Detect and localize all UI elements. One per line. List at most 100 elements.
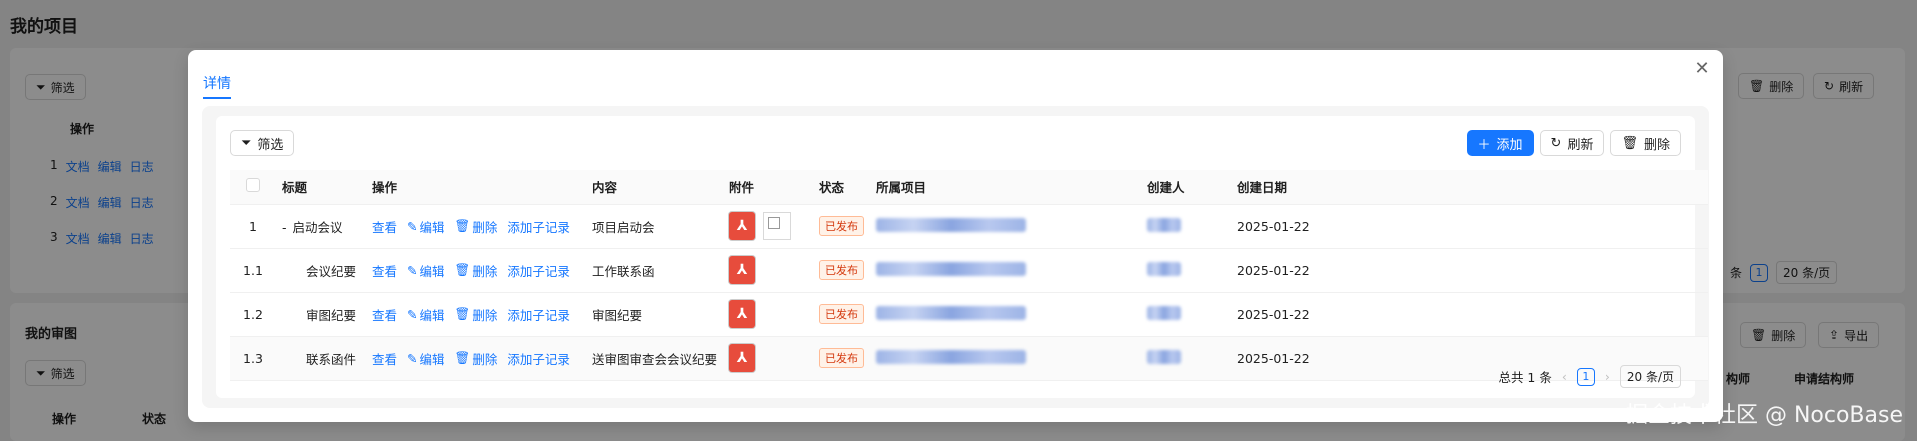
row-attachment: ⅄ (723, 204, 814, 249)
redacted-project (876, 349, 1027, 364)
col-filler (1319, 170, 1708, 205)
trash-icon: 🗑 (454, 350, 471, 365)
row-project (870, 292, 1142, 337)
table-row[interactable]: 1.3 联系函件 查看 ✎ 编辑 🗑 删除 添加子记录 送审图审查会会议纪要 ⅄ 已… (230, 336, 1708, 381)
edit-link[interactable]: ✎ 编辑 (407, 217, 445, 236)
add-button[interactable]: ＋ 添加 (1466, 130, 1534, 156)
row-index: 1 (230, 204, 276, 249)
col-content[interactable]: 内容 (586, 170, 724, 205)
col-status[interactable]: 状态 (813, 170, 871, 205)
delete-button[interactable]: 🗑 删除 (1610, 130, 1681, 156)
table-row[interactable]: 1.2 审图纪要 查看 ✎ 编辑 🗑 删除 添加子记录 审图纪要 ⅄ 已发布 2… (230, 292, 1708, 337)
edit-link[interactable]: ✎ 编辑 (407, 349, 445, 368)
redacted-creator (1147, 261, 1182, 276)
redacted-creator (1147, 349, 1182, 364)
select-all-checkbox[interactable] (246, 178, 260, 193)
col-title[interactable]: 标题 (276, 170, 366, 205)
details-modal: 详情 ✕ ⏷ 筛选 ＋ 添加 ↻ 刷新 🗑 删除 标题 操作 内容 附件 状态 … (188, 50, 1723, 422)
records-table: 标题 操作 内容 附件 状态 所属项目 创建人 创建日期 1 - 启动会议 查看… (230, 170, 1708, 381)
col-attachment[interactable]: 附件 (723, 170, 814, 205)
plus-icon: ＋ (1477, 137, 1491, 153)
row-status-cell: 已发布 (813, 292, 871, 337)
add-child-link[interactable]: 添加子记录 (507, 261, 570, 280)
row-created: 2025-01-22 (1231, 336, 1320, 381)
row-status-cell: 已发布 (813, 336, 871, 381)
pdf-icon[interactable]: ⅄ (729, 256, 756, 284)
row-created: 2025-01-22 (1231, 204, 1320, 249)
table-header-row: 标题 操作 内容 附件 状态 所属项目 创建人 创建日期 (230, 170, 1708, 205)
row-title: 联系函件 (276, 336, 366, 381)
redacted-project (876, 305, 1027, 320)
row-creator (1141, 336, 1232, 381)
pdf-icon[interactable]: ⅄ (729, 212, 756, 240)
status-badge: 已发布 (819, 260, 865, 280)
table-row[interactable]: 1 -启动会议 查看 ✎编辑 🗑删除 添加子记录 项目启动会 ⅄ 已发布 (230, 204, 1708, 249)
view-link[interactable]: 查看 (372, 261, 397, 280)
delete-link[interactable]: 🗑 删除 (455, 217, 498, 236)
edit-icon: ✎ (407, 218, 418, 234)
row-attachment: ⅄ (723, 292, 814, 337)
row-creator (1141, 204, 1232, 249)
expand-toggle-icon[interactable]: - (282, 220, 287, 235)
row-project (870, 248, 1142, 293)
pdf-icon[interactable]: ⅄ (729, 300, 756, 328)
row-actions: 查看 ✎ 编辑 🗑 删除 添加子记录 (366, 336, 586, 381)
add-child-link[interactable]: 添加子记录 (507, 305, 570, 324)
tab-active-indicator (203, 97, 231, 99)
trash-icon: 🗑 (1621, 135, 1638, 151)
watermark: 掘金技术社区 @ NocoBase (1625, 403, 1903, 428)
table-card: ⏷ 筛选 ＋ 添加 ↻ 刷新 🗑 删除 标题 操作 内容 附件 状态 所属项目 … (216, 116, 1708, 398)
redacted-creator (1147, 217, 1182, 232)
add-child-link[interactable]: 添加子记录 (507, 217, 570, 236)
delete-link[interactable]: 🗑 删除 (455, 261, 498, 280)
row-project (870, 204, 1142, 249)
row-title-cell: - 启动会议 (276, 204, 366, 249)
trash-icon: 🗑 (454, 306, 471, 321)
row-content: 项目启动会 (586, 204, 724, 249)
row-index: 1.3 (230, 336, 276, 381)
edit-link[interactable]: ✎ 编辑 (407, 305, 445, 324)
redacted-project (876, 217, 1027, 232)
status-badge: 已发布 (819, 348, 865, 368)
refresh-icon: ↻ (1550, 135, 1562, 151)
broken-image-icon[interactable] (763, 212, 792, 240)
view-link[interactable]: 查看 (372, 305, 397, 324)
page-size-select[interactable]: 20 条/页 (1619, 365, 1681, 388)
tab-details[interactable]: 详情 (203, 73, 231, 93)
page-number[interactable]: 1 (1576, 367, 1595, 386)
row-content: 审图纪要 (586, 292, 724, 337)
delete-link[interactable]: 🗑 删除 (455, 305, 498, 324)
row-actions: 查看 ✎ 编辑 🗑 删除 添加子记录 (366, 204, 586, 249)
close-icon[interactable]: ✕ (1691, 58, 1713, 80)
pdf-icon[interactable]: ⅄ (729, 344, 756, 372)
row-attachment: ⅄ (723, 248, 814, 293)
row-title: 启动会议 (292, 219, 343, 235)
filter-button[interactable]: ⏷ 筛选 (230, 130, 295, 156)
delete-link[interactable]: 🗑 删除 (455, 349, 498, 368)
view-link[interactable]: 查看 (372, 217, 397, 236)
row-project (870, 336, 1142, 381)
row-created: 2025-01-22 (1231, 292, 1320, 337)
edit-icon: ✎ (407, 306, 418, 322)
redacted-creator (1147, 305, 1182, 320)
row-actions: 查看 ✎ 编辑 🗑 删除 添加子记录 (366, 248, 586, 293)
col-project[interactable]: 所属项目 (870, 170, 1142, 205)
table-row[interactable]: 1.1 会议纪要 查看 ✎编辑 🗑删除 添加子记录 工作联系函 ⅄ 已发布 (230, 248, 1708, 293)
prev-page-icon[interactable]: ‹ (1562, 369, 1567, 384)
col-creator[interactable]: 创建人 (1141, 170, 1232, 205)
edit-icon: ✎ (407, 350, 418, 366)
row-created: 2025-01-22 (1231, 248, 1320, 293)
refresh-button[interactable]: ↻ 刷新 (1539, 130, 1605, 156)
row-actions: 查看 ✎ 编辑 🗑 删除 添加子记录 (366, 292, 586, 337)
next-page-icon[interactable]: › (1605, 369, 1610, 384)
redacted-project (876, 261, 1027, 276)
row-content: 工作联系函 (586, 248, 724, 293)
filter-icon: ⏷ (241, 135, 252, 151)
col-created[interactable]: 创建日期 (1231, 170, 1320, 205)
add-child-link[interactable]: 添加子记录 (507, 349, 570, 368)
view-link[interactable]: 查看 (372, 349, 397, 368)
row-creator (1141, 292, 1232, 337)
edit-link[interactable]: ✎ 编辑 (407, 261, 445, 280)
row-status-cell: 已发布 (813, 248, 871, 293)
table-toolbar: ＋ 添加 ↻ 刷新 🗑 删除 (1466, 130, 1681, 156)
